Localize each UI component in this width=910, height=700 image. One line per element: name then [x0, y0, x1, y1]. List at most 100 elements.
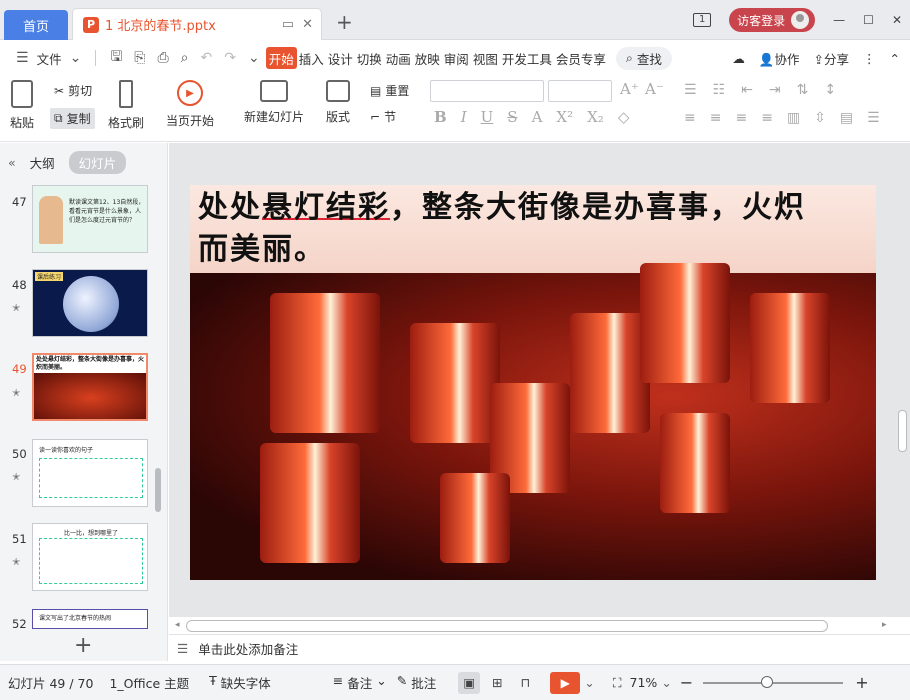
theme-name[interactable]: 1_Office 主题 — [109, 673, 189, 692]
monitor-icon[interactable]: ▭ — [282, 17, 294, 32]
font-color-icon[interactable]: A — [532, 108, 543, 126]
comments-button[interactable]: ✎ 批注 — [397, 673, 437, 692]
tab-document[interactable]: P 1 北京的春节.pptx ▭ ✕ — [72, 8, 322, 40]
numbered-list-icon[interactable]: ☷ — [713, 82, 726, 98]
menu-tab-view[interactable]: 视图 — [471, 47, 500, 69]
notes-toggle-button[interactable]: ≡ 备注 ⌄ — [333, 673, 387, 692]
search-box[interactable]: ⌕ 查找 — [615, 46, 672, 70]
menu-tab-slideshow[interactable]: 放映 — [413, 47, 442, 69]
align-left-icon[interactable]: ≡ — [684, 110, 696, 126]
slide-thumbnail-active[interactable]: 处处悬灯结彩，整条大街像是办喜事，火炽而美丽。 — [32, 353, 148, 421]
zoom-level[interactable]: 71% — [630, 675, 658, 690]
slide-thumbnail[interactable]: 默读课文第12、13自然段，看看元宵节是什么景象，人们是怎么度过元宵节的？ — [32, 185, 148, 253]
increase-font-icon[interactable]: A⁺ — [620, 80, 639, 98]
add-slide-button[interactable]: + — [74, 633, 92, 658]
format-painter-button[interactable]: 格式刷 — [108, 80, 144, 131]
login-button[interactable]: 访客登录 — [729, 8, 816, 32]
more-chevron-icon[interactable]: ⌄ — [248, 50, 260, 66]
print-icon[interactable]: ⎙ — [157, 50, 168, 66]
decrease-font-icon[interactable]: A⁻ — [645, 80, 664, 98]
close-tab-icon[interactable]: ✕ — [302, 17, 313, 32]
current-slide[interactable]: 处处悬灯结彩，整条大街像是办喜事，火炽 而美丽。 — [190, 185, 876, 580]
cloud-sync-icon[interactable]: ☁ — [732, 51, 745, 66]
menu-tab-insert[interactable]: 插入 — [297, 47, 326, 69]
lantern-photo[interactable] — [190, 263, 876, 580]
scroll-left-arrow-icon[interactable]: ◂ — [175, 620, 180, 630]
chevron-down-icon[interactable]: ⌄ — [70, 50, 82, 66]
subscript-icon[interactable]: X₂ — [587, 108, 604, 126]
more-options-icon[interactable]: ⋮ — [863, 51, 876, 66]
layout-button[interactable]: 版式 — [326, 80, 350, 125]
share-button[interactable]: ⇪分享 — [814, 49, 850, 68]
menu-tab-developer[interactable]: 开发工具 — [500, 47, 554, 69]
menu-tab-transition[interactable]: 切换 — [355, 47, 384, 69]
reset-button[interactable]: ▤ 重置 — [370, 82, 409, 99]
align-center-icon[interactable]: ≡ — [710, 110, 722, 126]
menu-tab-review[interactable]: 审阅 — [442, 47, 471, 69]
zoom-out-button[interactable]: − — [680, 673, 693, 692]
reading-view-icon[interactable]: ⊓ — [514, 672, 536, 694]
minimize-icon[interactable]: — — [833, 13, 845, 27]
increase-indent-icon[interactable]: ⇥ — [769, 82, 781, 98]
new-slide-button[interactable]: 新建幻灯片 — [244, 80, 304, 125]
window-count-badge[interactable]: 1 — [693, 13, 712, 27]
collaborate-button[interactable]: 👤协作 — [759, 49, 800, 68]
text-direction-icon[interactable]: ⇅ — [797, 82, 809, 98]
zoom-slider[interactable] — [703, 675, 844, 688]
slide-thumbnail[interactable]: 比一比，想到哪里了 — [32, 523, 148, 591]
collapse-panel-icon[interactable]: « — [8, 155, 16, 170]
tab-outline[interactable]: 大纲 — [30, 153, 55, 172]
align-right-icon[interactable]: ≡ — [735, 110, 747, 126]
zoom-chevron-icon[interactable]: ⌄ — [661, 675, 671, 690]
collapse-ribbon-icon[interactable]: ⌃ — [890, 51, 900, 66]
panel-scrollbar[interactable] — [155, 468, 161, 512]
bold-icon[interactable]: B — [434, 108, 447, 126]
play-options-chevron-icon[interactable]: ⌄ — [584, 675, 594, 690]
normal-view-icon[interactable]: ▣ — [458, 671, 481, 694]
distribute-icon[interactable]: ▥ — [787, 110, 800, 126]
fit-window-icon[interactable]: ⛶ — [613, 675, 622, 691]
missing-font-button[interactable]: Ŧ 缺失字体 — [209, 673, 271, 692]
tab-home[interactable]: 首页 — [4, 10, 68, 40]
line-spacing-icon[interactable]: ↕ — [824, 82, 836, 98]
scroll-right-arrow-icon[interactable]: ▸ — [882, 620, 887, 630]
slide-sorter-icon[interactable]: ⊞ — [486, 672, 508, 694]
justify-icon[interactable]: ≡ — [761, 110, 773, 126]
bullet-list-icon[interactable]: ☰ — [684, 82, 697, 98]
font-name-select[interactable] — [430, 80, 544, 102]
save-icon[interactable]: 🖫 — [110, 46, 122, 70]
line-spacing-more-icon[interactable]: ☰ — [867, 110, 880, 126]
play-from-current-button[interactable]: ▶ 当页开始 — [166, 80, 214, 129]
maximize-icon[interactable]: ☐ — [863, 13, 874, 27]
close-window-icon[interactable]: ✕ — [892, 13, 902, 27]
hamburger-menu-icon[interactable]: ☰ — [16, 50, 29, 66]
slide-thumbnail[interactable]: 课后练习 — [32, 269, 148, 337]
italic-icon[interactable]: I — [461, 108, 467, 126]
menu-tab-member[interactable]: 会员专享 — [554, 47, 608, 69]
columns-icon[interactable]: ▤ — [840, 110, 853, 126]
redo-icon[interactable]: ↷ — [224, 50, 236, 66]
paragraph-spacing-icon[interactable]: ⇳ — [814, 110, 826, 126]
zoom-slider-knob[interactable] — [761, 675, 774, 688]
new-tab-button[interactable]: + — [336, 10, 353, 34]
notes-bar[interactable]: ☰ 单击此处添加备注 — [169, 634, 910, 662]
play-slideshow-button[interactable]: ▶ — [550, 671, 581, 694]
underline-icon[interactable]: U — [481, 108, 494, 126]
decrease-indent-icon[interactable]: ⇤ — [741, 82, 753, 98]
clear-format-icon[interactable]: ◇ — [618, 108, 630, 126]
file-menu[interactable]: 文件 — [35, 47, 64, 69]
print-preview-icon[interactable]: ⌕ — [181, 50, 189, 66]
slide-thumbnail[interactable]: 读一读你喜欢的句子 — [32, 439, 148, 507]
export-pdf-icon[interactable]: ⎘ — [134, 50, 145, 66]
tab-slides[interactable]: 幻灯片 — [68, 151, 127, 174]
paste-button[interactable]: 粘贴 — [10, 80, 34, 131]
menu-tab-design[interactable]: 设计 — [326, 47, 355, 69]
section-button[interactable]: ⌐ 节 — [370, 108, 396, 125]
slide-title-text[interactable]: 处处悬灯结彩，整条大街像是办喜事，火炽 而美丽。 — [198, 187, 868, 271]
font-size-select[interactable] — [548, 80, 612, 102]
strikethrough-icon[interactable]: S — [507, 108, 517, 126]
menu-tab-home[interactable]: 开始 — [265, 47, 297, 69]
menu-tab-animation[interactable]: 动画 — [384, 47, 413, 69]
undo-icon[interactable]: ↶ — [201, 50, 213, 66]
copy-button[interactable]: ⧉ 复制 — [50, 108, 95, 129]
